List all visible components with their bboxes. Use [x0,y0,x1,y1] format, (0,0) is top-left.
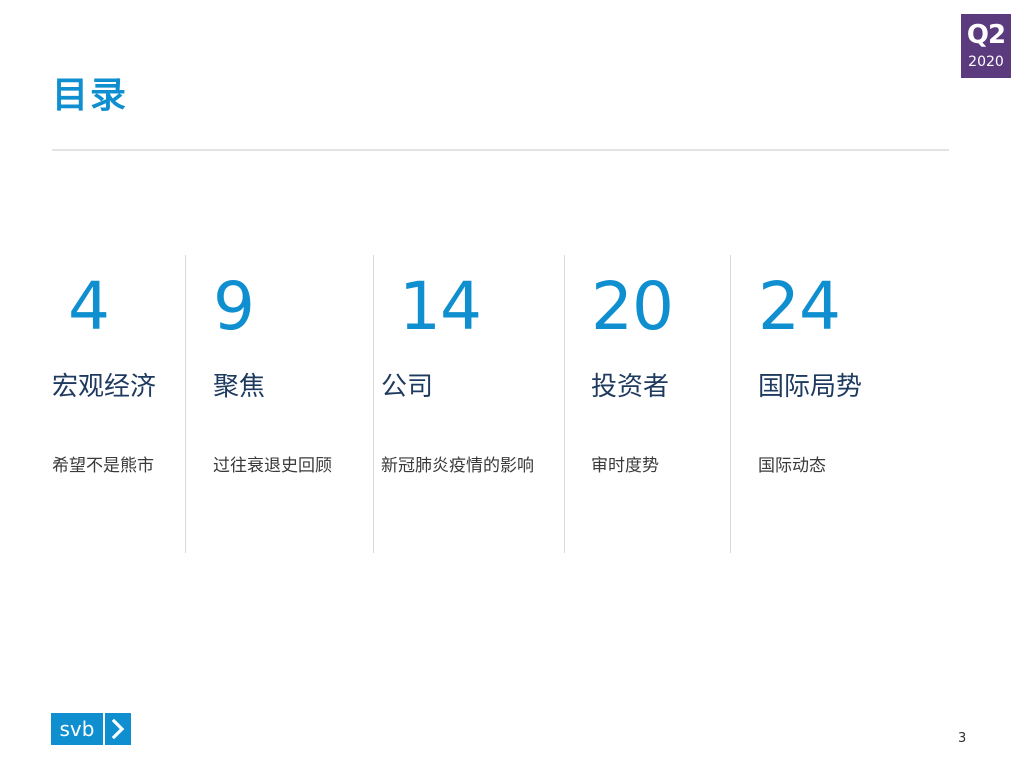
toc-subtitle: 希望不是熊市 [52,456,154,476]
toc-subtitle: 新冠肺炎疫情的影响 [381,456,534,476]
toc-heading: 聚焦 [213,372,266,402]
column-divider [730,255,731,553]
title-divider [52,149,949,151]
toc-heading: 国际局势 [758,372,863,402]
column-divider [373,255,374,553]
toc-page-number: 9 [213,268,255,345]
page-number: 3 [958,731,967,746]
badge-quarter: Q2 [966,20,1006,50]
toc-subtitle: 审时度势 [591,456,659,476]
chevron-right-icon [105,713,131,745]
slide: Q2 2020 目录 4 宏观经济 希望不是熊市 9 聚焦 过往衰退史回顾 14… [0,0,1024,768]
toc-page-number: 4 [68,268,110,345]
toc-heading: 投资者 [591,372,670,402]
column-divider [564,255,565,553]
toc-subtitle: 国际动态 [758,456,826,476]
page-title: 目录 [52,75,129,116]
column-divider [185,255,186,553]
badge-year: 2020 [968,54,1004,70]
toc-item-international[interactable]: 24 国际局势 国际动态 [758,255,908,476]
toc-heading: 公司 [381,372,434,402]
toc-item-focus[interactable]: 9 聚焦 过往衰退史回顾 [213,255,368,476]
toc-item-investors[interactable]: 20 投资者 审时度势 [591,255,721,476]
toc-subtitle: 过往衰退史回顾 [213,456,332,476]
logo-text: svb [51,713,103,745]
toc-page-number: 14 [399,268,482,345]
toc-page-number: 20 [591,268,674,345]
quarter-badge: Q2 2020 [961,14,1011,78]
toc-item-macro-economy[interactable]: 4 宏观经济 希望不是熊市 [52,255,182,476]
toc-page-number: 24 [758,268,841,345]
svb-logo: svb [51,713,131,745]
toc-heading: 宏观经济 [52,372,157,402]
toc-item-companies[interactable]: 14 公司 新冠肺炎疫情的影响 [381,255,561,476]
table-of-contents: 4 宏观经济 希望不是熊市 9 聚焦 过往衰退史回顾 14 公司 新冠肺炎疫情的… [0,255,1024,555]
